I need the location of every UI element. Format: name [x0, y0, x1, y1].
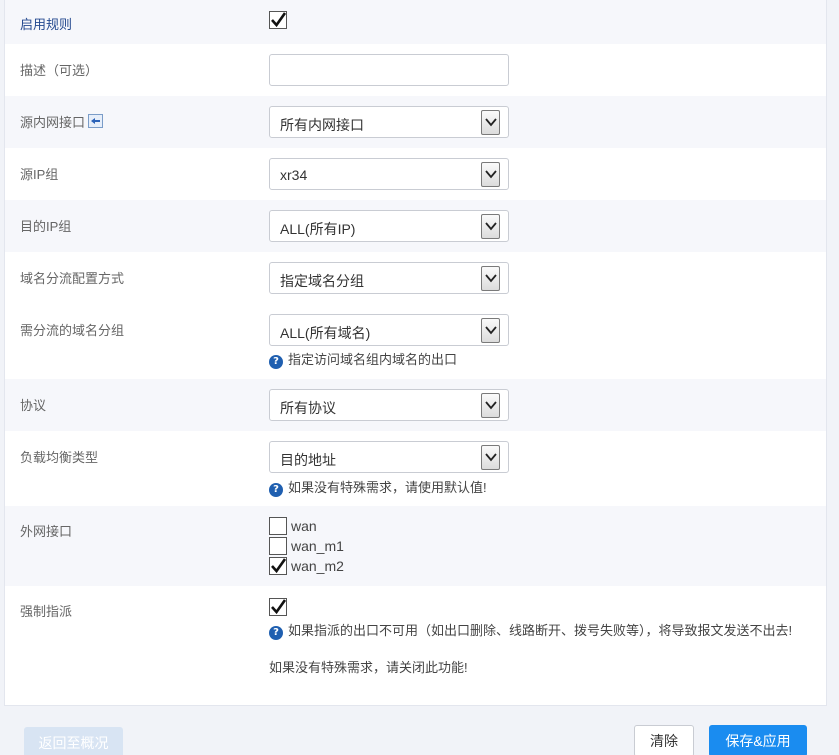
row-protocol: 协议 所有协议 [5, 379, 826, 431]
wan-m2-checkbox[interactable] [269, 557, 287, 575]
rule-form-panel: 启用规则 描述（可选） 源内网接口 所有内网接口 源IP组 xr34 目的IP组… [4, 0, 827, 706]
row-lb-type: 负载均衡类型 目的地址 ? 如果没有特殊需求，请使用默认值! [5, 431, 826, 506]
domain-group-label: 需分流的域名分组 [20, 323, 125, 338]
wan-checkbox[interactable] [269, 517, 287, 535]
chevron-down-icon [481, 445, 500, 470]
dest-ip-group-label: 目的IP组 [20, 219, 72, 234]
description-input[interactable] [269, 54, 509, 86]
protocol-label: 协议 [20, 398, 47, 413]
row-force-assign: 强制指派 ? 如果指派的出口不可用（如出口删除、线路断开、拨号失败等），将导致报文… [5, 586, 826, 704]
source-interface-value: 所有内网接口 [280, 117, 364, 133]
lb-type-hint-text: 如果没有特殊需求，请使用默认值! [288, 480, 487, 495]
row-source-ip-group: 源IP组 xr34 [5, 148, 826, 200]
wan-option[interactable]: wan [269, 516, 344, 536]
protocol-select[interactable]: 所有协议 [269, 389, 509, 421]
chevron-down-icon [481, 266, 500, 291]
source-interface-select[interactable]: 所有内网接口 [269, 106, 509, 138]
force-assign-hint-2: 如果没有特殊需求，请关闭此功能! [269, 660, 468, 675]
row-domain-mode: 域名分流配置方式 指定域名分组 [5, 252, 826, 304]
back-to-overview-button[interactable]: 返回至概况 [24, 727, 123, 755]
help-icon: ? [269, 483, 283, 497]
dest-ip-group-select[interactable]: ALL(所有IP) [269, 210, 509, 242]
lb-type-select[interactable]: 目的地址 [269, 441, 509, 473]
domain-group-value: ALL(所有域名) [280, 325, 371, 341]
enable-rule-label: 启用规则 [20, 17, 73, 32]
description-label: 描述（可选） [20, 63, 99, 78]
protocol-value: 所有协议 [280, 400, 336, 416]
domain-mode-label: 域名分流配置方式 [20, 271, 125, 286]
source-interface-label: 源内网接口 [20, 112, 104, 131]
enable-rule-checkbox[interactable] [269, 11, 287, 29]
force-assign-label: 强制指派 [20, 604, 73, 619]
chevron-down-icon [481, 214, 500, 239]
wan-checkbox-group: wan wan_m1 wan_m2 [269, 516, 344, 576]
row-dest-ip-group: 目的IP组 ALL(所有IP) [5, 200, 826, 252]
wan-option-label: wan [291, 518, 317, 534]
source-ip-group-select[interactable]: xr34 [269, 158, 509, 190]
lb-type-hint: ? 如果没有特殊需求，请使用默认值! [269, 479, 487, 497]
checkmark-icon [271, 558, 286, 574]
wan-m1-option[interactable]: wan_m1 [269, 536, 344, 556]
chevron-down-icon [481, 162, 500, 187]
source-interface-label-text: 源内网接口 [20, 115, 86, 130]
lb-type-value: 目的地址 [280, 452, 336, 468]
help-icon: ? [269, 355, 283, 369]
chevron-down-icon [481, 393, 500, 418]
chevron-down-icon [481, 318, 500, 343]
row-enable-rule: 启用规则 [5, 0, 826, 44]
wan-m1-checkbox[interactable] [269, 537, 287, 555]
domain-group-select[interactable]: ALL(所有域名) [269, 314, 509, 346]
row-description: 描述（可选） [5, 44, 826, 96]
row-domain-group: 需分流的域名分组 ALL(所有域名) ? 指定访问域名组内域名的出口 [5, 304, 826, 379]
clear-button[interactable]: 清除 [634, 725, 694, 755]
wan-interfaces-label: 外网接口 [20, 524, 73, 539]
wan-m1-option-label: wan_m1 [291, 538, 344, 554]
wan-m2-option-label: wan_m2 [291, 558, 344, 574]
domain-group-hint-text: 指定访问域名组内域名的出口 [288, 352, 458, 367]
domain-mode-select[interactable]: 指定域名分组 [269, 262, 509, 294]
help-icon: ? [269, 626, 283, 640]
source-ip-group-value: xr34 [280, 167, 308, 183]
row-source-interface: 源内网接口 所有内网接口 [5, 96, 826, 148]
checkmark-icon [271, 12, 286, 28]
force-assign-hint: ? 如果指派的出口不可用（如出口删除、线路断开、拨号失败等），将导致报文发送不出去… [269, 622, 814, 640]
force-assign-checkbox[interactable] [269, 598, 287, 616]
dest-ip-group-value: ALL(所有IP) [280, 221, 356, 237]
save-apply-button[interactable]: 保存&应用 [709, 725, 807, 755]
domain-mode-value: 指定域名分组 [280, 273, 364, 289]
force-assign-hint-text: 如果指派的出口不可用（如出口删除、线路断开、拨号失败等），将导致报文发送不出去! [288, 623, 793, 638]
chevron-down-icon [481, 110, 500, 135]
back-arrow-icon[interactable] [88, 114, 104, 128]
domain-group-hint: ? 指定访问域名组内域名的出口 [269, 351, 457, 369]
lb-type-label: 负载均衡类型 [20, 450, 99, 465]
source-ip-group-label: 源IP组 [20, 167, 59, 182]
wan-m2-option[interactable]: wan_m2 [269, 556, 344, 576]
row-wan-interfaces: 外网接口 wan wan_m1 wan_m2 [5, 506, 826, 586]
checkmark-icon [271, 599, 286, 615]
